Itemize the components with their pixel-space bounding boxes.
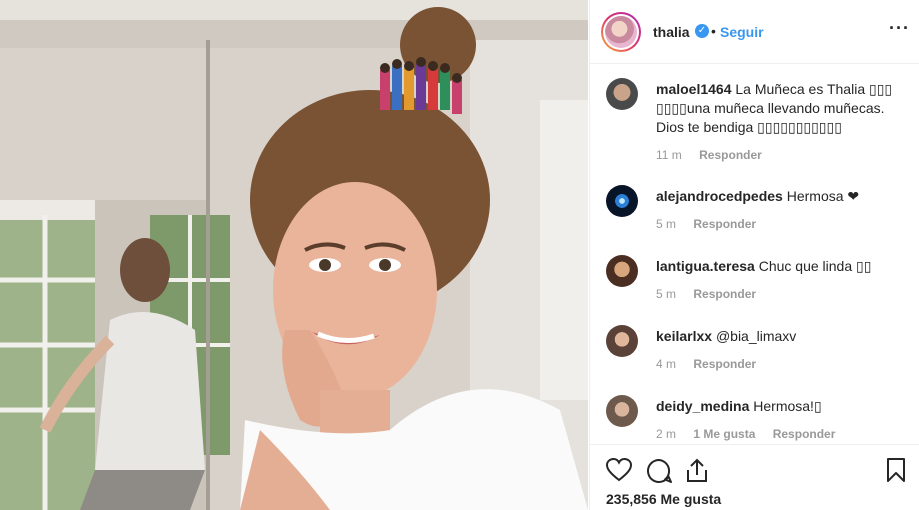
comment-time[interactable]: 5 m: [656, 287, 676, 301]
commenter-avatar[interactable]: [606, 255, 638, 287]
reply-button[interactable]: Responder: [773, 427, 836, 441]
comment-icon[interactable]: [646, 458, 672, 484]
comment-username[interactable]: lantigua.teresa: [656, 258, 755, 274]
share-icon[interactable]: [685, 457, 709, 483]
comment-username[interactable]: maloel1464: [656, 81, 732, 97]
comment-username[interactable]: keilarlxx: [656, 328, 712, 344]
commenter-avatar[interactable]: [606, 325, 638, 357]
heart-icon[interactable]: [606, 458, 632, 482]
likes-count[interactable]: 235,856 Me gusta: [606, 491, 721, 507]
post-sidebar: thalia ✓ • Seguir ··· maloel1464 La Muñe…: [589, 0, 919, 510]
reply-button[interactable]: Responder: [693, 287, 756, 301]
comment-text: Chuc que linda ▯▯: [758, 258, 872, 274]
reply-button[interactable]: Responder: [699, 148, 762, 162]
comment-time[interactable]: 2 m: [656, 427, 676, 441]
follow-button[interactable]: Seguir: [720, 24, 764, 40]
commenter-avatar[interactable]: [606, 185, 638, 217]
reply-button[interactable]: Responder: [693, 357, 756, 371]
commenter-avatar[interactable]: [606, 395, 638, 427]
comment-time[interactable]: 11 m: [656, 148, 682, 162]
comment-likes-count[interactable]: 1 Me gusta: [693, 427, 755, 441]
reply-button[interactable]: Responder: [693, 217, 756, 231]
bookmark-icon[interactable]: [886, 457, 906, 483]
comment-time[interactable]: 4 m: [656, 357, 676, 371]
post-header: thalia ✓ • Seguir ···: [590, 0, 919, 64]
post-image: [0, 0, 588, 510]
verified-check-icon: ✓: [695, 24, 709, 38]
commenter-avatar[interactable]: [606, 78, 638, 110]
comment-text: Hermosa!▯: [753, 398, 822, 414]
author-username[interactable]: thalia: [653, 24, 690, 40]
comment-time[interactable]: 5 m: [656, 217, 676, 231]
post-photo[interactable]: [0, 0, 588, 510]
more-options-icon[interactable]: ···: [889, 18, 910, 39]
separator-dot: •: [711, 23, 716, 39]
comments-list[interactable]: maloel1464 La Muñeca es Thalia ▯▯▯ ▯▯▯▯u…: [590, 65, 919, 443]
comment-mention[interactable]: @bia_limaxv: [716, 328, 796, 344]
comment-username[interactable]: alejandrocedpedes: [656, 188, 783, 204]
author-avatar[interactable]: [601, 12, 641, 52]
comment-text: Hermosa ❤: [786, 188, 860, 204]
comment-username[interactable]: deidy_medina: [656, 398, 749, 414]
post-actions-bar: 235,856 Me gusta: [590, 444, 919, 510]
